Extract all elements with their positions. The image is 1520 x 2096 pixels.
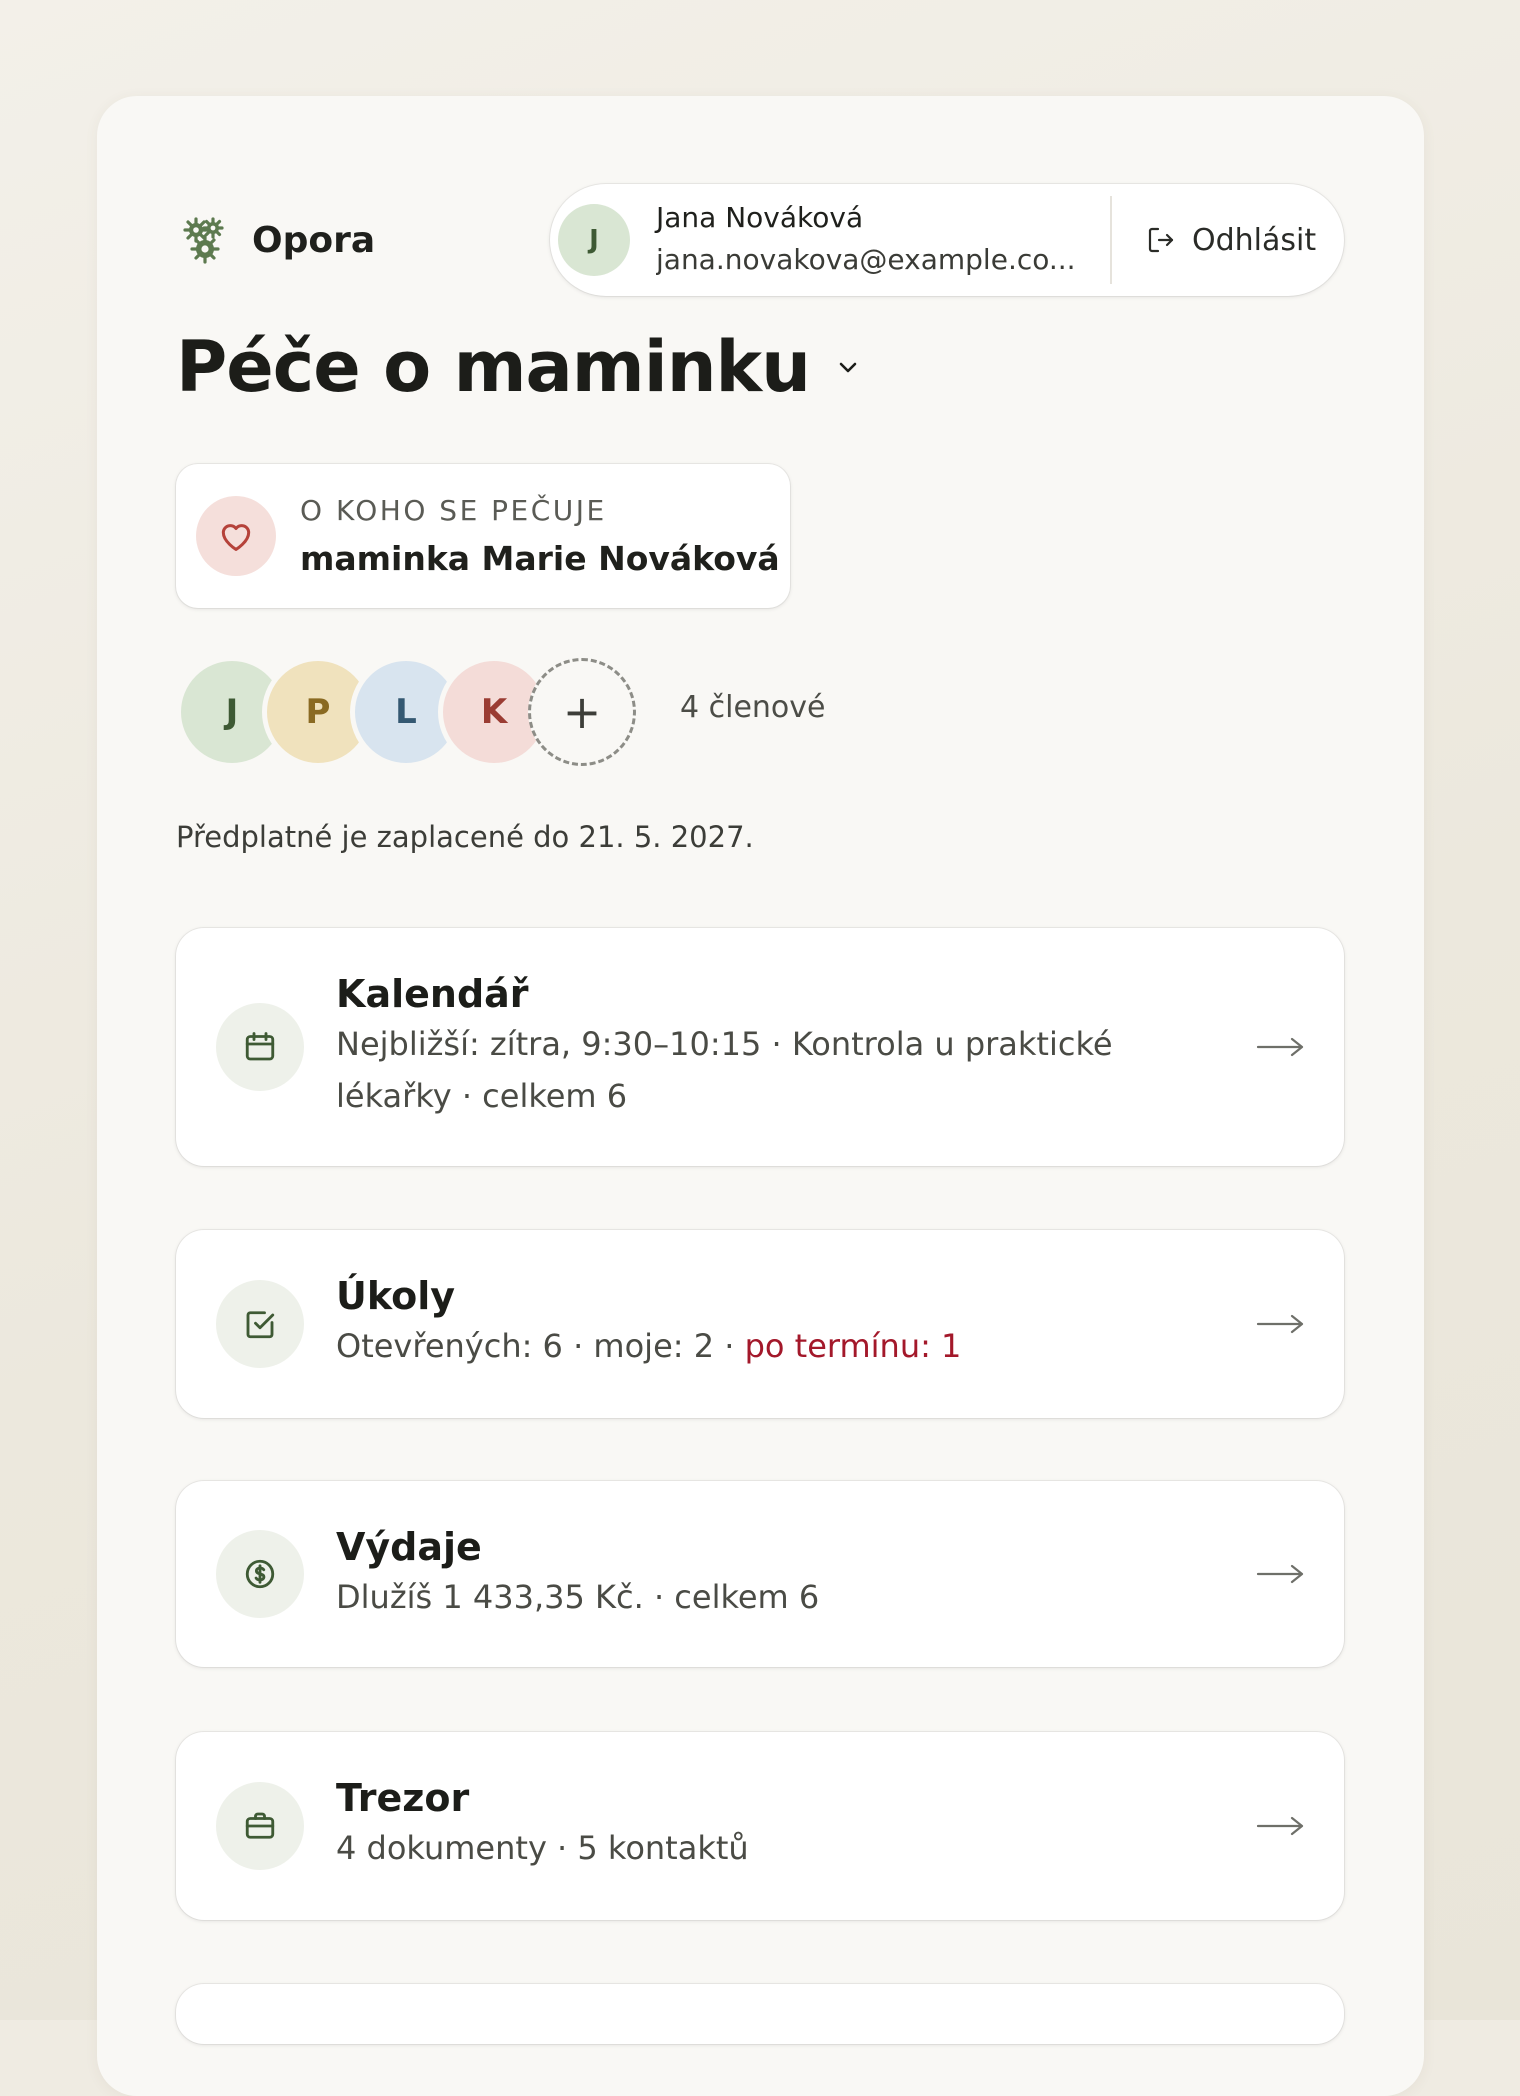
vault-card[interactable]: Trezor 4 dokumenty · 5 kontaktů bbox=[176, 1732, 1344, 1920]
member-count: 4 členové bbox=[680, 690, 826, 725]
calendar-card-body: Kalendář Nejbližší: zítra, 9:30–10:15 · … bbox=[336, 972, 1204, 1122]
account-info: Jana Nováková jana.novakova@example.co..… bbox=[656, 198, 1076, 282]
card-subtitle: Dlužíš 1 433,35 Kč. · celkem 6 bbox=[336, 1578, 820, 1616]
arrow-right-icon bbox=[1256, 1816, 1304, 1836]
card-subtitle: 4 dokumenty · 5 kontaktů bbox=[336, 1829, 749, 1867]
checkbox-icon bbox=[246, 1311, 275, 1339]
chevron-down-icon[interactable] bbox=[834, 353, 862, 381]
tasks-separator: · bbox=[714, 1327, 745, 1365]
care-recipient-text: O KOHO SE PEČUJE maminka Marie Nováková bbox=[300, 494, 780, 578]
tasks-card-body: Úkoly Otevřených: 6 · moje: 2 · po termí… bbox=[336, 1274, 1204, 1372]
card-title: Výdaje bbox=[336, 1525, 482, 1569]
card-title: Úkoly bbox=[336, 1274, 456, 1318]
heart-icon bbox=[221, 524, 251, 551]
logout-button[interactable]: Odhlásit bbox=[1146, 223, 1316, 258]
expenses-icon-badge bbox=[216, 1530, 304, 1618]
user-avatar[interactable]: J bbox=[558, 204, 630, 276]
arrow-right-icon bbox=[1256, 1564, 1304, 1584]
care-recipient-name: maminka Marie Nováková bbox=[300, 539, 780, 578]
logout-icon bbox=[1148, 227, 1174, 253]
overdue-count: po termínu: 1 bbox=[744, 1327, 962, 1365]
user-email: jana.novakova@example.co... bbox=[656, 243, 1076, 276]
care-icon-badge bbox=[196, 496, 276, 576]
subscription-status: Předplatné je zaplacené do 21. 5. 2027. bbox=[176, 820, 754, 854]
card-subtitle: Otevřených: 6 · moje: 2 · po termínu: 1 bbox=[336, 1320, 1204, 1372]
coin-icon bbox=[245, 1559, 275, 1589]
account-divider bbox=[1110, 196, 1112, 284]
tasks-card[interactable]: Úkoly Otevřených: 6 · moje: 2 · po termí… bbox=[176, 1230, 1344, 1418]
vault-card-body: Trezor 4 dokumenty · 5 kontaktů bbox=[336, 1776, 1204, 1874]
gears-logo-icon bbox=[183, 217, 224, 264]
calendar-icon-badge bbox=[216, 1003, 304, 1091]
card-title: Kalendář bbox=[336, 972, 529, 1016]
care-recipient-card[interactable]: O KOHO SE PEČUJE maminka Marie Nováková bbox=[176, 464, 790, 608]
tasks-summary: Otevřených: 6 · moje: 2 bbox=[336, 1327, 715, 1365]
members-row: J P L K + 4 členové bbox=[176, 656, 856, 768]
arrow-right-icon bbox=[1256, 1314, 1304, 1334]
brand[interactable]: Opora bbox=[182, 216, 375, 264]
logout-label: Odhlásit bbox=[1192, 222, 1317, 258]
brand-name: Opora bbox=[252, 219, 376, 261]
card-title: Trezor bbox=[336, 1776, 470, 1820]
care-circle-selector[interactable]: Péče o maminku bbox=[176, 326, 862, 408]
care-recipient-label: O KOHO SE PEČUJE bbox=[300, 494, 607, 527]
page-title: Péče o maminku bbox=[176, 326, 811, 408]
calendar-card[interactable]: Kalendář Nejbližší: zítra, 9:30–10:15 · … bbox=[176, 928, 1344, 1166]
expenses-card[interactable]: Výdaje Dlužíš 1 433,35 Kč. · celkem 6 bbox=[176, 1481, 1344, 1667]
tasks-icon-badge bbox=[216, 1280, 304, 1368]
account-pill: J Jana Nováková jana.novakova@example.co… bbox=[550, 184, 1344, 296]
expenses-card-body: Výdaje Dlužíš 1 433,35 Kč. · celkem 6 bbox=[336, 1525, 1204, 1623]
vault-icon-badge bbox=[216, 1782, 304, 1870]
add-member-button[interactable]: + bbox=[528, 658, 636, 766]
card-subtitle: Nejbližší: zítra, 9:30–10:15 · Kontrola … bbox=[336, 1025, 1113, 1115]
calendar-icon bbox=[245, 1032, 275, 1061]
briefcase-icon bbox=[245, 1812, 275, 1839]
arrow-right-icon bbox=[1256, 1037, 1304, 1057]
next-module-card[interactable] bbox=[176, 1984, 1344, 2044]
user-name: Jana Nováková bbox=[656, 201, 864, 234]
